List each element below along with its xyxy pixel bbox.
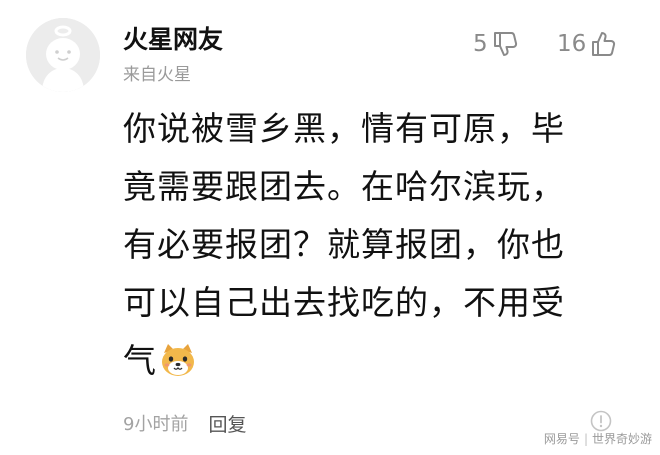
content-line: 有必要报团？就算报团，你也 bbox=[123, 225, 565, 264]
reply-button[interactable]: 回复 bbox=[208, 411, 246, 439]
watermark: 网易号 | 世界奇妙游 bbox=[544, 431, 652, 447]
default-avatar-icon bbox=[26, 18, 100, 92]
dislike-count: 5 bbox=[473, 31, 488, 57]
content-line: 竟需要跟团去。在哈尔滨玩， bbox=[123, 167, 565, 206]
watermark-separator: | bbox=[583, 432, 588, 446]
report-icon[interactable] bbox=[590, 410, 612, 432]
comment-footer: 9小时前 回复 bbox=[123, 411, 246, 439]
watermark-source: 网易号 bbox=[543, 432, 580, 446]
comment-content: 你说被雪乡黑，情有可原，毕 竟需要跟团去。在哈尔滨玩， 有必要报团？就算报团，你… bbox=[123, 100, 623, 390]
comment-time: 9小时前 bbox=[123, 414, 189, 435]
thumbs-up-icon bbox=[592, 32, 616, 56]
watermark-account: 世界奇妙游 bbox=[591, 432, 652, 446]
content-line: 你说被雪乡黑，情有可原，毕 bbox=[123, 109, 565, 148]
user-location: 来自火星 bbox=[123, 65, 191, 85]
thumbs-down-icon bbox=[493, 32, 517, 56]
username[interactable]: 火星网友 bbox=[123, 24, 223, 56]
content-line: 气 bbox=[123, 341, 157, 380]
dog-face-emoji-icon bbox=[162, 344, 194, 376]
like-button[interactable]: 16 bbox=[557, 28, 617, 60]
dislike-button[interactable]: 5 bbox=[473, 28, 519, 60]
avatar[interactable] bbox=[26, 18, 100, 92]
content-last-line: 气 bbox=[123, 332, 623, 390]
content-line: 可以自己出去找吃的，不用受 bbox=[123, 283, 565, 322]
like-count: 16 bbox=[557, 31, 587, 57]
